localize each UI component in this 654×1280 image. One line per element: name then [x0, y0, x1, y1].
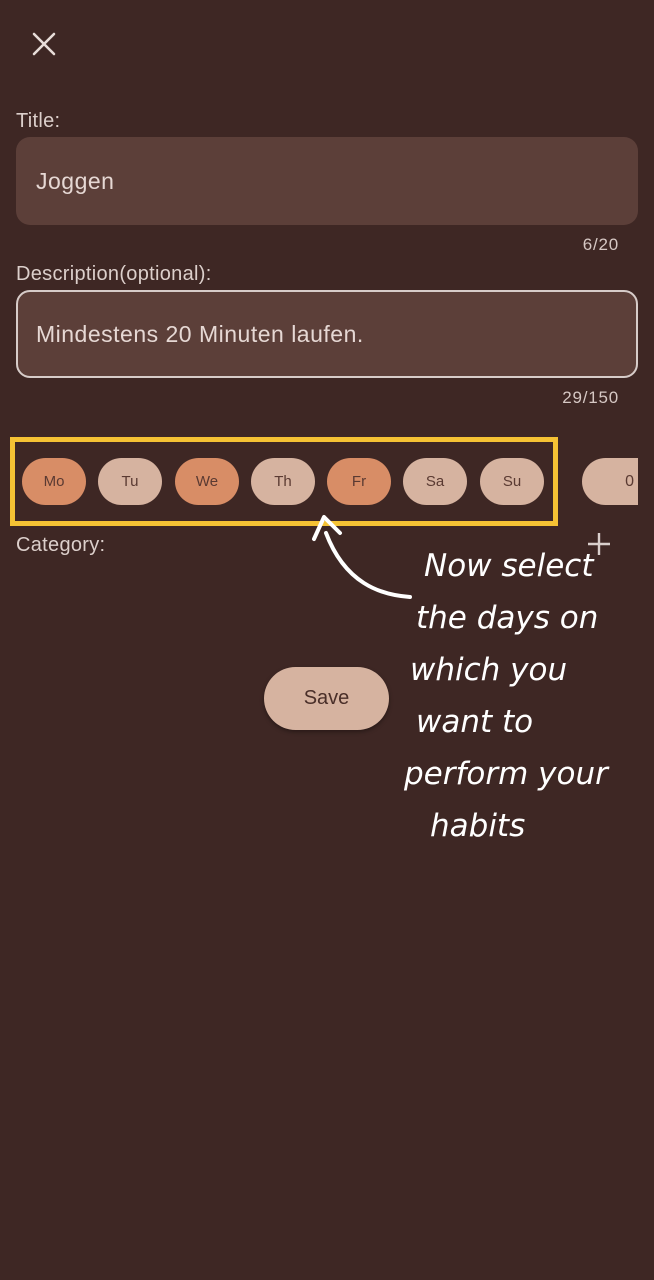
day-chip-saturday[interactable]: Sa [403, 458, 467, 505]
annotation-line: the days on [416, 600, 599, 636]
annotation-line: habits [430, 808, 526, 844]
description-input[interactable]: Mindestens 20 Minuten laufen. [16, 290, 638, 378]
title-label: Title: [16, 110, 61, 132]
partial-chip[interactable]: 0 [582, 458, 638, 505]
save-button[interactable]: Save [264, 667, 389, 730]
close-button[interactable] [24, 24, 64, 64]
description-label: Description(optional): [16, 263, 212, 285]
tutorial-arrow-icon [312, 515, 412, 599]
category-label: Category: [16, 534, 106, 556]
annotation-line: Now select [424, 548, 594, 584]
day-chip-sunday[interactable]: Su [480, 458, 544, 505]
annotation-line: want to [416, 704, 534, 740]
day-chip-tuesday[interactable]: Tu [98, 458, 162, 505]
day-chip-thursday[interactable]: Th [251, 458, 315, 505]
title-input[interactable]: Joggen [16, 137, 638, 225]
day-chip-monday[interactable]: Mo [22, 458, 86, 505]
close-icon [32, 32, 56, 56]
annotation-line: which you [410, 652, 568, 688]
tutorial-annotation: Now select the days on which you want to… [404, 540, 654, 852]
annotation-line: perform your [404, 756, 608, 792]
description-counter: 29/150 [562, 388, 619, 407]
day-chip-friday[interactable]: Fr [327, 458, 391, 505]
day-chip-wednesday[interactable]: We [175, 458, 239, 505]
title-counter: 6/20 [582, 235, 619, 254]
